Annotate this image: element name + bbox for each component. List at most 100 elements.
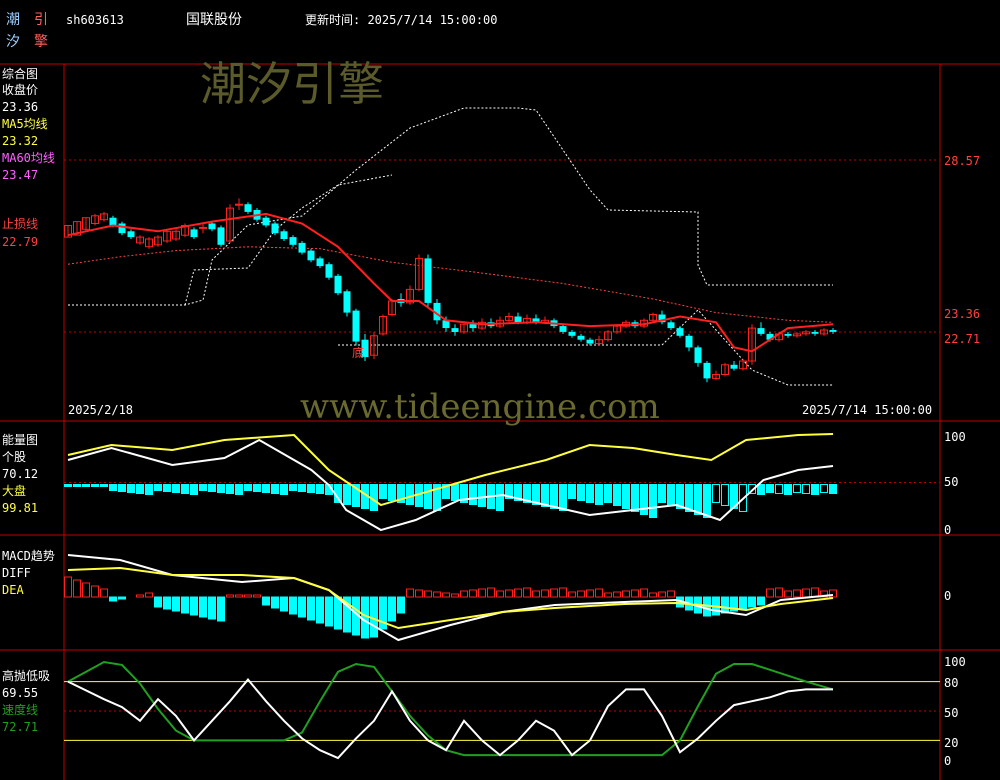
volume-bar [271,484,279,494]
candle-body [298,242,306,253]
macd-bar [568,591,576,598]
macd-bar [649,592,657,598]
volume-bar [280,484,288,495]
macd-bar [199,596,207,618]
volume-market-line [67,433,834,507]
candle-body [334,275,342,294]
logo-char-1: 潮 [6,12,20,28]
watermark-cn: 潮汐引擎 [200,57,384,111]
volume-bar [199,484,207,491]
candle-body [811,331,819,334]
dea-label: DEA [2,583,24,597]
macd-bar [181,596,189,614]
bottom-marker: 底 [352,345,364,360]
candle-body [730,364,738,369]
candle-body [217,227,225,245]
macd-bar [298,596,306,618]
volume-bar [208,484,216,492]
volume-stock-value: 70.12 [2,467,38,481]
axis-kdj-50: 50 [944,706,958,720]
volume-bar [622,484,630,509]
candle-body [109,217,117,226]
candle-body [424,258,432,303]
candle-body [118,223,126,234]
volume-bar [811,484,819,495]
candle-body [514,316,522,323]
logo-char-2: 引 [34,12,48,28]
volume-bar [163,484,171,492]
volume-bar [82,484,90,487]
volume-bar [298,484,306,492]
trend-band-2 [184,174,393,306]
macd-bar [550,588,558,598]
candle-body [586,339,594,344]
macd-bar [100,588,108,598]
volume-bar [289,484,297,491]
macd-bar [469,589,477,598]
candle-body [685,335,693,348]
volume-bar [478,484,486,507]
macd-bar [388,596,396,622]
macd-bar [748,596,756,608]
volume-bar [217,484,225,493]
candle-body [829,330,837,332]
macd-bar [757,596,765,606]
volume-bar [793,484,801,493]
volume-bar [154,484,162,491]
volume-bar [766,484,774,493]
kdj-label: 高抛低吸 [2,668,50,683]
macd-bar [415,589,423,598]
candle-body [289,237,297,245]
stock-name: 国联股份 [186,12,242,28]
axis-macd-zero: 0 [944,589,951,603]
volume-bar [712,484,720,503]
candle-body [208,223,216,230]
macd-bar [235,594,243,598]
candle-body [343,291,351,313]
volume-market-value: 99.81 [2,501,38,515]
volume-bar [658,484,666,503]
volume-bar [559,484,567,511]
axis-main-3: 22.71 [944,332,980,346]
volume-bar [262,484,270,493]
volume-bar [802,484,810,494]
kdj-plot [64,660,940,760]
volume-bar [424,484,432,509]
candle-body [325,264,333,278]
macd-bar [622,590,630,598]
macd-bar [766,588,774,598]
macd-bar [433,591,441,598]
volume-bar [550,484,558,509]
candle-body [262,217,270,226]
candle-body [127,231,135,238]
volume-market-label: 大盘 [2,483,26,498]
stop-line [67,246,834,323]
volume-bar [235,484,243,495]
macd-bar [262,596,270,606]
volume-bar [190,484,198,495]
ma60-line [67,212,834,353]
volume-bar [721,484,729,506]
macd-bar [217,596,225,622]
axis-kdj-0: 0 [944,754,951,768]
candle-body [703,362,711,379]
macd-bar [82,582,90,598]
axis-kdj-100: 100 [944,655,966,669]
macd-bar [442,592,450,598]
candle-body [235,203,243,206]
candle-body [352,310,360,342]
candle-body [190,229,198,238]
axis-vol-2: 50 [944,475,958,489]
macd-bar [595,588,603,598]
volume-bar [451,484,459,501]
volume-bar [784,484,792,495]
volume-bar [91,484,99,487]
macd-bar [577,590,585,598]
macd-bar [586,589,594,598]
macd-bar [739,596,747,610]
macd-bar [334,596,342,630]
candle-body [469,324,477,329]
volume-stock-label: 个股 [2,450,26,464]
volume-bar [253,484,261,492]
axis-main-1: 28.57 [944,154,980,168]
